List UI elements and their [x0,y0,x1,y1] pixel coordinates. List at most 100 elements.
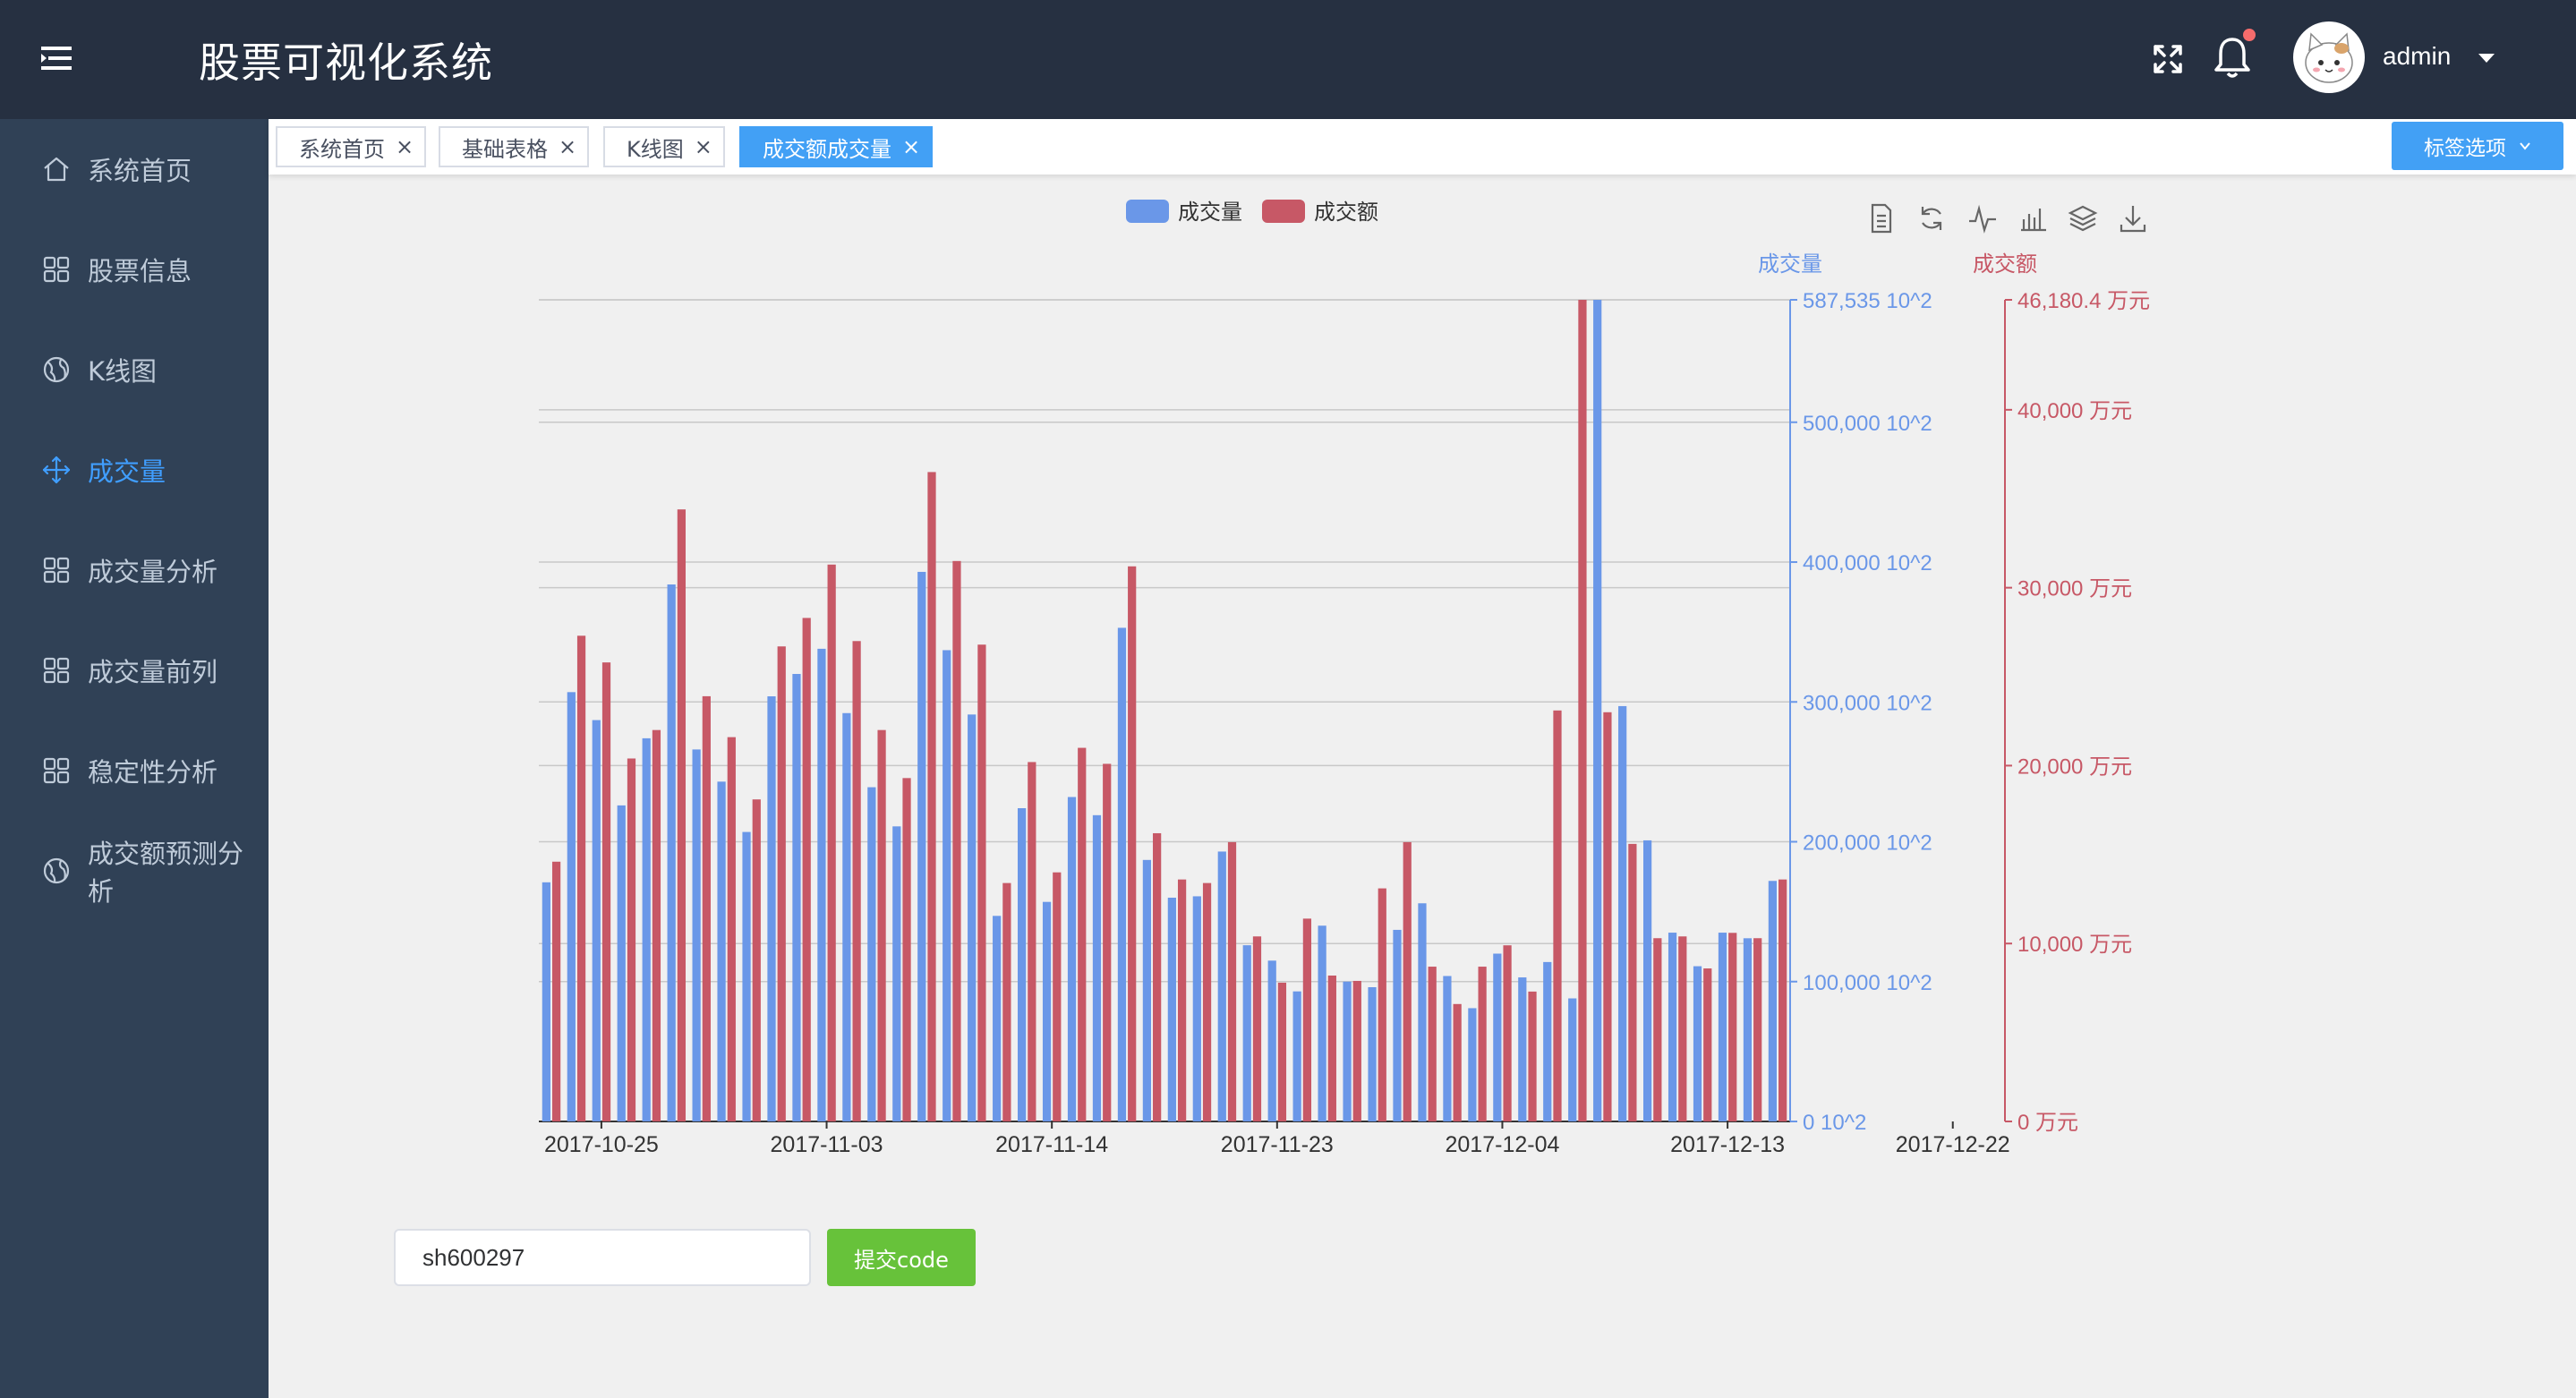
amount-bar [1428,967,1437,1121]
x-tick-label: 2017-10-25 [544,1132,659,1157]
volume-bar [1242,945,1251,1121]
sidebar-item-kline[interactable]: K线图 [0,320,269,420]
close-icon[interactable]: × [902,136,920,158]
volume-bar [892,826,901,1121]
home-icon [44,157,69,182]
sidebar-item-volume-top[interactable]: 成交量前列 [0,620,269,720]
volume-bar [842,712,851,1121]
volume-bar [1568,998,1577,1121]
tag-options-button[interactable]: 标签选项 [2392,122,2563,170]
volume-bar [542,882,550,1121]
cat-avatar-icon [2305,32,2353,83]
sidebar-item-label: 成交量分析 [88,557,218,587]
sidebar-item-label: K线图 [88,356,158,387]
tag-amount-volume[interactable]: 成交额成交量 × [739,126,934,167]
amount-axis-label: 46,180.4 万元 [2017,289,2150,313]
notification-badge [2243,29,2256,41]
legend-swatch-amount [1262,200,1305,223]
amount-bar [1352,980,1361,1121]
volume-bar [1292,991,1301,1121]
menu-fold-icon[interactable] [36,36,81,81]
amount-bar [1053,872,1062,1121]
amount-bar [1078,747,1087,1121]
tag-home[interactable]: 系统首页 × [276,126,427,167]
volume-bar [792,674,801,1121]
amount-bar [1277,982,1287,1121]
username[interactable]: admin [2383,42,2451,71]
caret-down-icon[interactable] [2478,54,2495,63]
volume-bar [742,831,751,1121]
volume-bar [1668,933,1677,1121]
sidebar-item-volume-analysis[interactable]: 成交量分析 [0,520,269,620]
volume-axis-label: 587,535 10^2 [1803,289,1932,313]
x-tick-label: 2017-11-14 [995,1132,1108,1157]
amount-bar [1028,762,1036,1121]
grid-icon [43,657,70,684]
volume-axis-label: 300,000 10^2 [1803,691,1932,715]
tag-basic-table[interactable]: 基础表格 × [439,126,590,167]
volume-bar [642,737,651,1121]
sidebar-item-home[interactable]: 系统首页 [0,119,269,219]
sidebar: 系统首页 股票信息 K线图 成交量 成交量分析 成交量前列 稳定性分析 成交额预… [0,119,269,1398]
amount-bar [1603,712,1612,1121]
sidebar-item-amount-forecast[interactable]: 成交额预测分析 [0,821,269,921]
amount-bar [1103,763,1112,1121]
avatar[interactable] [2293,21,2365,93]
bar-type-icon[interactable] [2021,209,2046,232]
restore-icon[interactable] [1921,207,1942,230]
volume-bar [617,805,626,1121]
volume-bar [567,692,576,1121]
amount-bar [1378,888,1386,1121]
sidebar-item-stability[interactable]: 稳定性分析 [0,720,269,821]
x-tick-label: 2017-12-22 [1896,1132,2010,1157]
notification-button[interactable] [2211,29,2256,81]
volume-bar [1718,933,1727,1121]
stock-code-input[interactable] [394,1229,811,1286]
close-icon[interactable]: × [695,136,712,158]
tag-options-label: 标签选项 [2424,137,2506,160]
tag-kline[interactable]: K线图 × [603,126,725,167]
amount-bar [551,861,561,1121]
volume-axis-label: 500,000 10^2 [1803,412,1932,436]
amount-bar [1177,879,1187,1121]
amount-bar [627,758,636,1121]
download-icon[interactable] [2120,206,2146,233]
amount-axis-label: 10,000 万元 [2017,933,2132,957]
volume-bar [1418,903,1427,1121]
legend-label-volume: 成交量 [1178,200,1242,225]
sidebar-item-volume[interactable]: 成交量 [0,420,269,520]
move-icon [42,456,71,484]
fullscreen-icon[interactable] [2148,39,2188,79]
volume-bar [1117,627,1127,1121]
sidebar-item-label: 成交量前列 [88,657,218,687]
amount-bar [1478,967,1487,1121]
volume-bar [1768,881,1778,1121]
line-type-icon[interactable] [1969,204,1996,234]
volume-bar [1593,300,1602,1121]
amount-bar [677,509,687,1121]
amount-bar [1252,936,1262,1121]
sidebar-item-label: 股票信息 [88,256,192,286]
globe-icon [43,857,70,884]
volume-amount-chart: 2017-10-25 2017-11-03 2017-11-14 2017-11-23… [539,200,2150,1157]
amount-bar [1128,566,1137,1121]
stack-icon[interactable] [2068,205,2098,232]
close-icon[interactable]: × [559,136,576,158]
data-view-icon[interactable] [1871,203,1892,234]
close-icon[interactable]: × [396,136,414,158]
volume-bar [917,571,926,1121]
volume-bar [1443,976,1452,1121]
sidebar-item-stock-info[interactable]: 股票信息 [0,219,269,320]
volume-bar [767,696,776,1121]
submit-code-button[interactable]: 提交code [827,1229,976,1286]
app-title: 股票可视化系统 [199,38,493,87]
legend-swatch-volume [1126,200,1169,223]
amount-bar [852,641,861,1121]
tag-label: 成交额成交量 [763,136,891,162]
amount-bar [1227,841,1237,1121]
volume-bar [968,714,977,1121]
amount-axis-label: 20,000 万元 [2017,754,2132,779]
volume-bar [1142,859,1152,1121]
volume-axis-label: 0 10^2 [1803,1111,1866,1135]
volume-bar [943,650,951,1121]
